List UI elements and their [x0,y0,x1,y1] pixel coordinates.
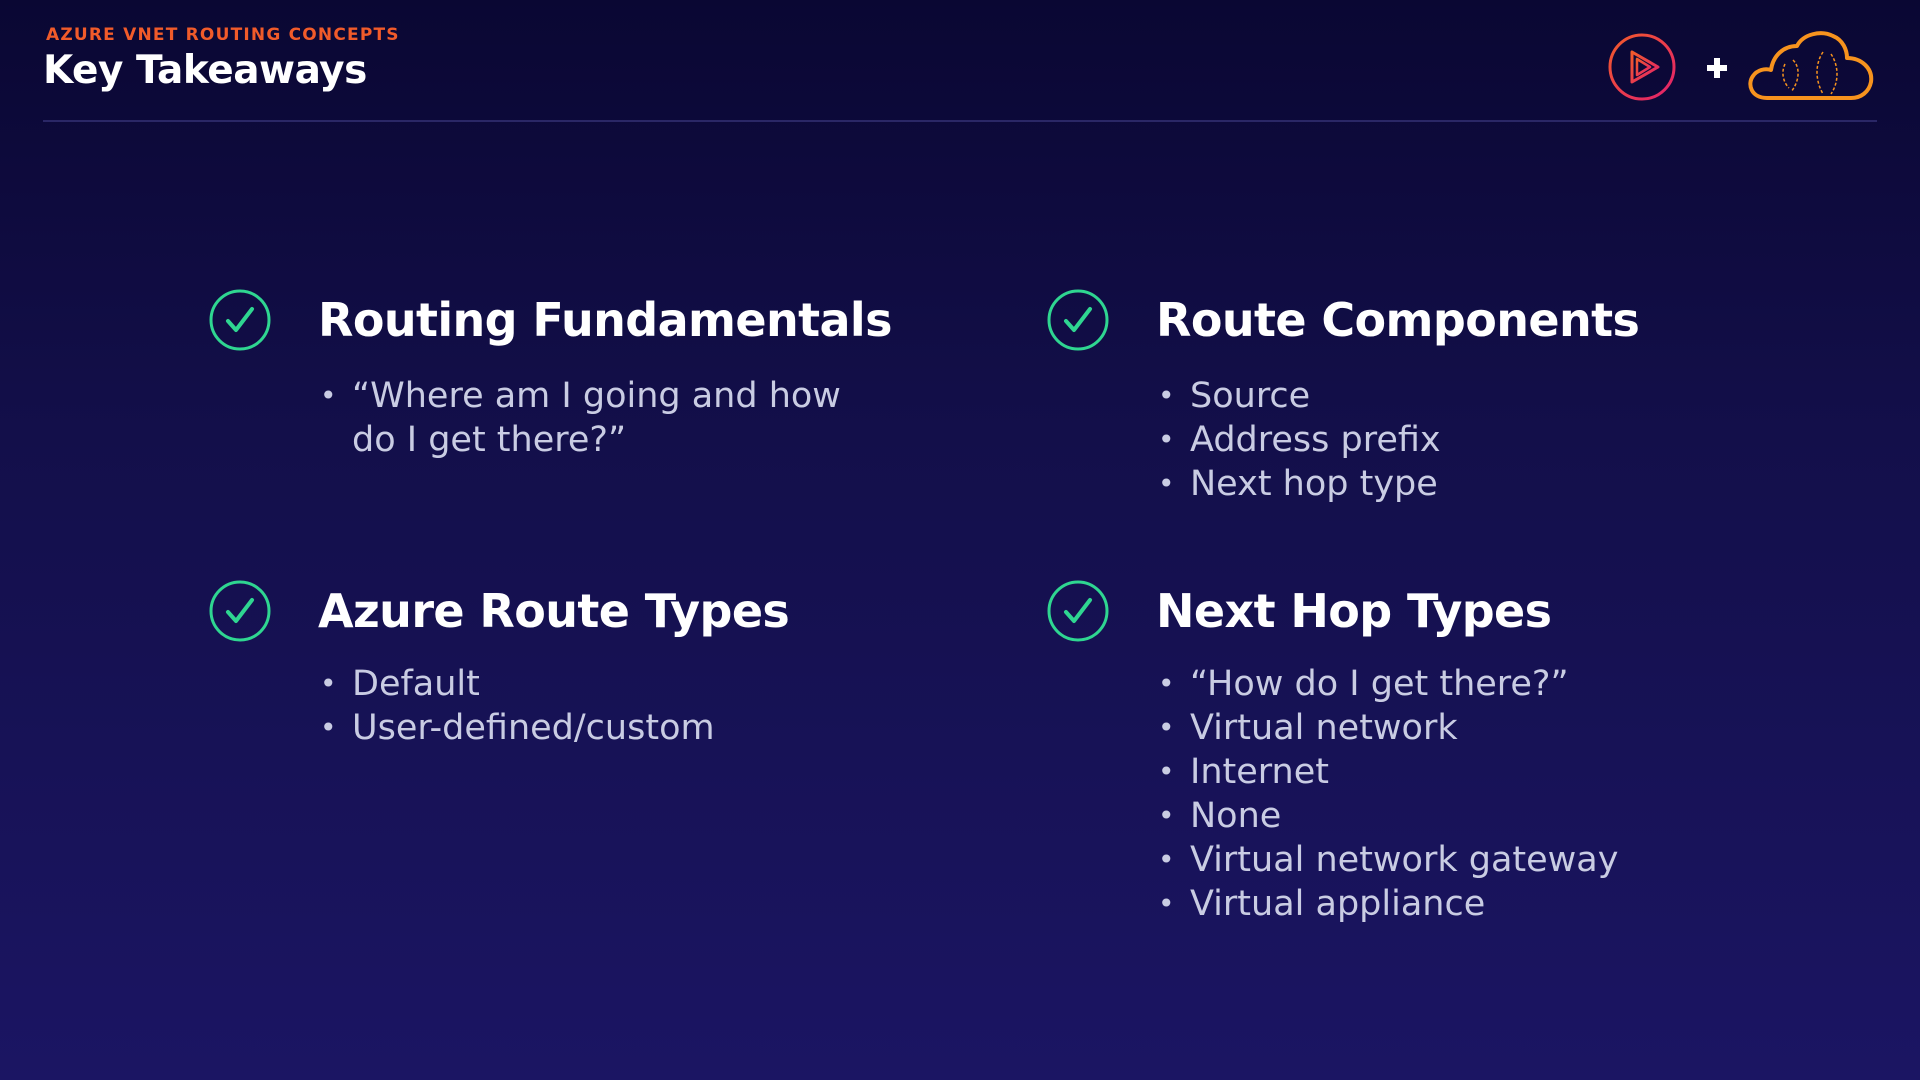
section-heading: Next Hop Types [1156,584,1552,638]
section-heading: Azure Route Types [318,584,790,638]
list-item: Virtual appliance [1156,882,1716,926]
list-item: User-defined/custom [318,706,878,750]
slide-header: AZURE VNET ROUTING CONCEPTS Key Takeaway… [43,0,1877,122]
list-item: “Where am I going and how do I get there… [318,374,852,462]
list-item: “How do I get there?” [1156,662,1716,706]
section-heading: Route Components [1156,293,1640,347]
check-circle-icon [209,580,271,642]
list-item: Virtual network [1156,706,1716,750]
check-circle-icon [209,289,271,351]
list-item: None [1156,794,1716,838]
list-item: Address prefix [1156,418,1716,462]
list-item: Next hop type [1156,462,1716,506]
list-item: Internet [1156,750,1716,794]
bullet-list: “How do I get there?” Virtual network In… [1156,662,1716,926]
plus-icon [1707,58,1727,78]
brand-logos [1607,28,1877,104]
bullet-list: Default User-defined/custom [318,662,878,750]
list-item: Source [1156,374,1716,418]
pluralsight-logo-icon [1608,33,1676,101]
page-title: Key Takeaways [43,48,367,93]
section-heading: Routing Fundamentals [318,293,892,347]
check-circle-icon [1047,580,1109,642]
bullet-list: “Where am I going and how do I get there… [318,374,878,462]
bullet-list: Source Address prefix Next hop type [1156,374,1716,506]
list-item: Virtual network gateway [1156,838,1716,882]
cloud-logo-icon [1748,31,1874,100]
check-circle-icon [1047,289,1109,351]
list-item: Default [318,662,878,706]
section-eyebrow: AZURE VNET ROUTING CONCEPTS [46,25,400,45]
